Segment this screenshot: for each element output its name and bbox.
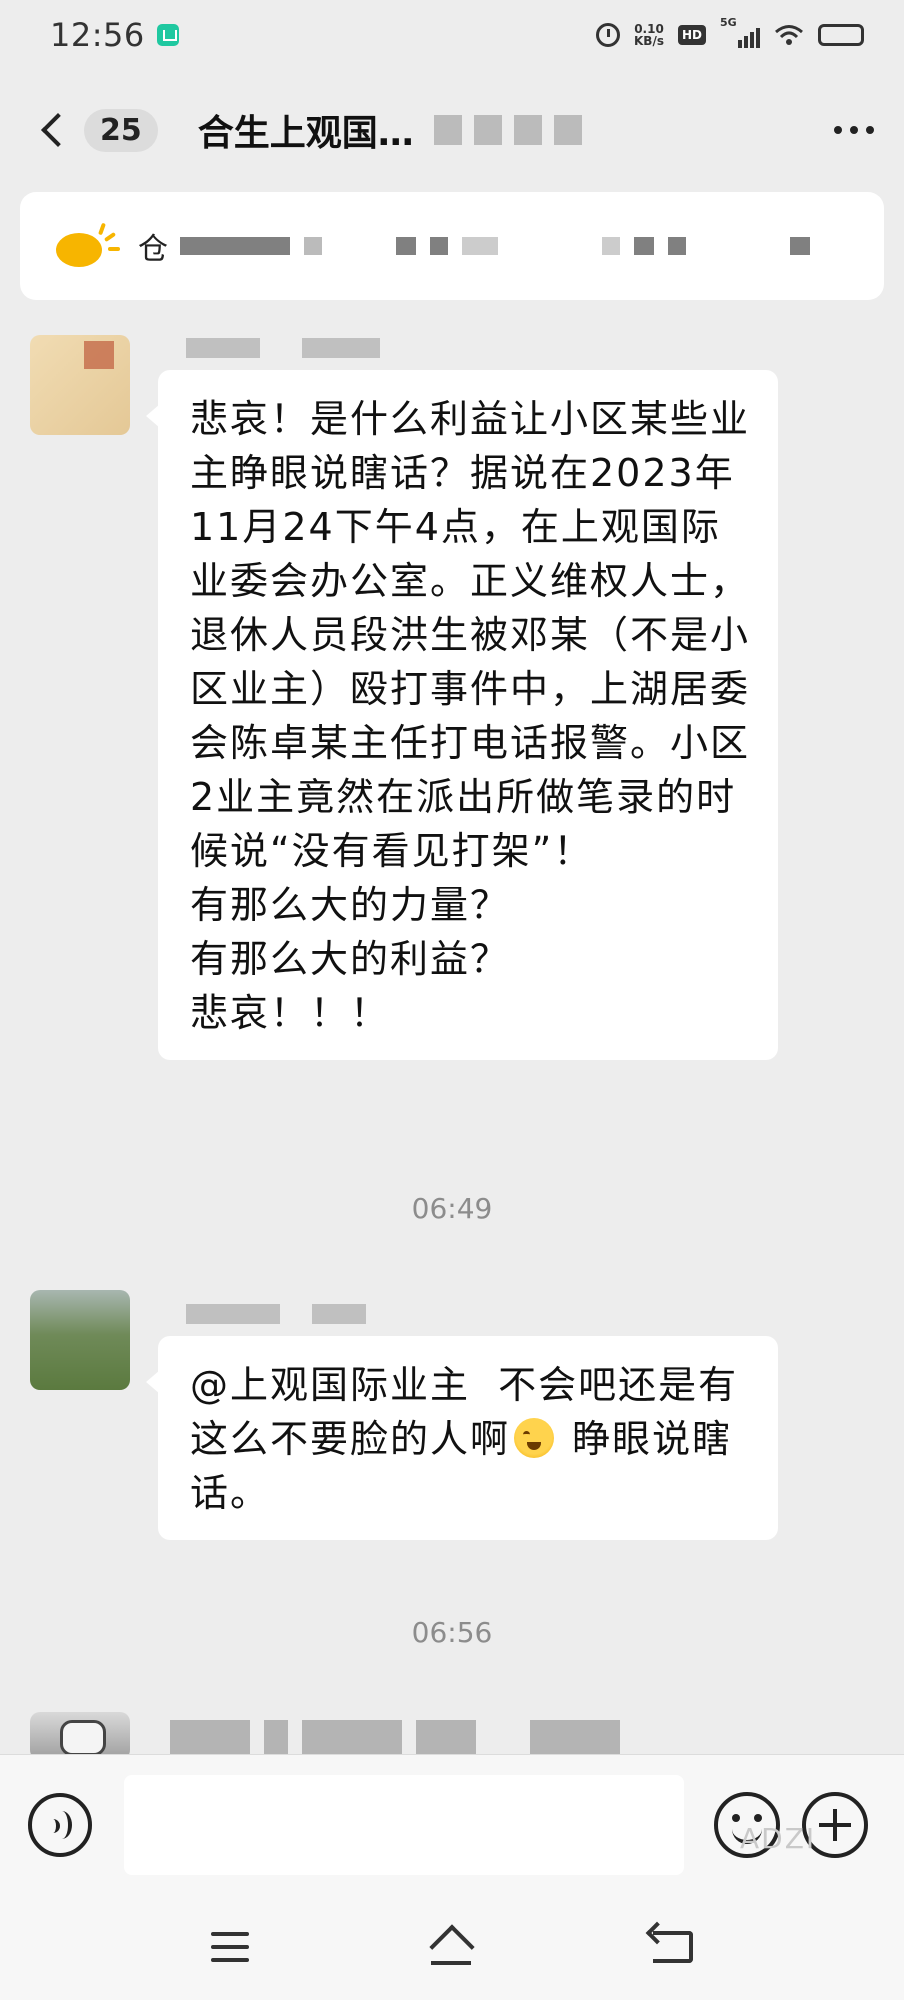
watermark: ADZI (740, 1822, 817, 1855)
battery-icon (818, 24, 864, 46)
more-options-icon[interactable] (834, 126, 874, 134)
voice-icon[interactable] (28, 1792, 92, 1857)
message-bubble[interactable]: @上观国际业主 不会吧还是有这么不要脸的人啊 睁眼说瞎话。 (146, 1336, 778, 1540)
message-timestamp: 06:56 (411, 1616, 493, 1649)
wifi-icon (775, 25, 803, 45)
app-icon (156, 24, 179, 46)
announcement-redacted (180, 237, 848, 255)
facepalm-emoji-icon (514, 1418, 555, 1458)
menu-icon[interactable] (211, 1932, 249, 1962)
chat-header: 25 合生上观国… (0, 90, 904, 170)
sender-name-redacted (186, 338, 380, 358)
group-announcement[interactable]: 仓 (20, 192, 884, 300)
status-icons: 0.10 KB/s HD 5G (596, 16, 864, 48)
message-input[interactable] (124, 1774, 684, 1875)
announcement-text: 仓 (138, 232, 168, 267)
sender-avatar[interactable] (30, 335, 130, 435)
home-icon[interactable] (429, 1929, 473, 1965)
net-speed-unit: KB/s (634, 34, 664, 48)
network-label: 5G (720, 16, 737, 29)
sender-avatar[interactable] (30, 1290, 130, 1390)
unread-count-badge[interactable]: 25 (84, 108, 158, 152)
hd-badge: HD (677, 25, 706, 45)
sender-name-redacted (186, 1304, 366, 1324)
message-bubble[interactable]: 悲哀！是什么利益让小区某些业主睁眼说瞎话？据说在2023年11月24下午4点，在… (146, 370, 778, 1060)
chat-title[interactable]: 合生上观国… (198, 104, 414, 156)
message-redacted (170, 1720, 620, 1754)
alarm-icon (596, 23, 620, 47)
announcement-icon (56, 221, 120, 271)
status-time: 12:56 (50, 16, 145, 54)
message-timestamp: 06:49 (411, 1192, 493, 1225)
net-speed: 0.10 KB/s (634, 23, 664, 47)
nav-back-icon[interactable] (653, 1931, 693, 1963)
sender-avatar[interactable] (30, 1712, 130, 1760)
back-icon[interactable] (41, 113, 75, 147)
signal-icon: 5G (720, 16, 760, 48)
system-nav-bar (0, 1894, 904, 2000)
status-bar: 12:56 0.10 KB/s HD 5G (0, 0, 904, 70)
title-redacted (433, 115, 582, 145)
